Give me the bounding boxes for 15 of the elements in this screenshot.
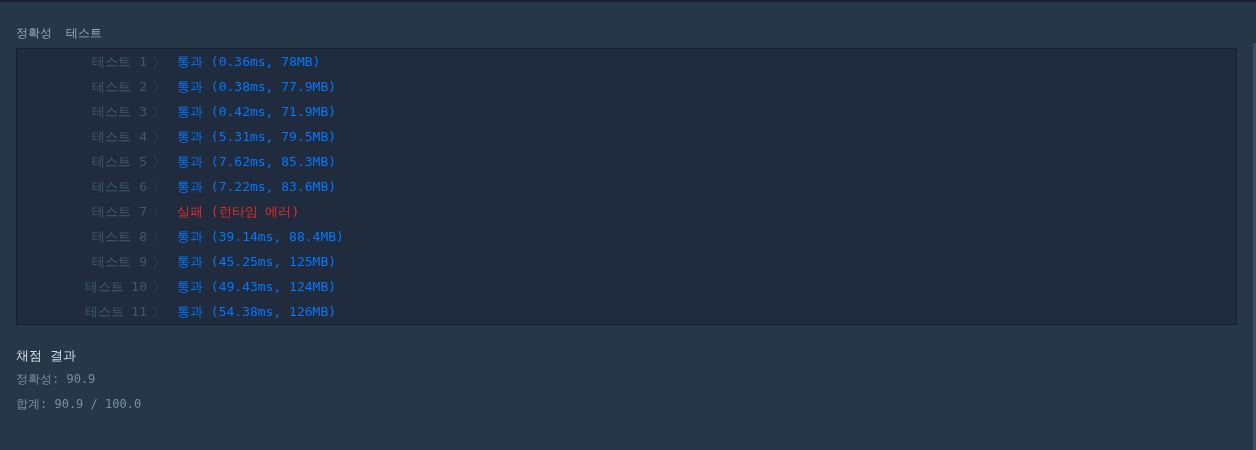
test-result: 통과 (39.14ms, 88.4MB) bbox=[177, 227, 344, 246]
test-result: 통과 (54.38ms, 126MB) bbox=[177, 302, 337, 321]
test-result: 통과 (45.25ms, 125MB) bbox=[177, 252, 337, 271]
section-title: 정확성 테스트 bbox=[16, 25, 103, 42]
test-result: 통과 (49.43ms, 124MB) bbox=[177, 277, 337, 296]
test-result: 통과 (0.42ms, 71.9MB) bbox=[177, 102, 337, 121]
test-result: 통과 (7.62ms, 85.3MB) bbox=[177, 152, 337, 171]
test-result: 통과 (0.36ms, 78MB) bbox=[177, 52, 321, 71]
test-result: 통과 (5.31ms, 79.5MB) bbox=[177, 127, 337, 146]
score-text: 합계: 90.9 / 100.0 bbox=[16, 396, 142, 413]
test-result: 실패 (런타임 에러) bbox=[177, 202, 300, 221]
score-text: 정확성: 90.9 bbox=[16, 371, 96, 388]
test-result: 통과 (7.22ms, 83.6MB) bbox=[177, 177, 337, 196]
test-result: 통과 (0.38ms, 77.9MB) bbox=[177, 77, 337, 96]
summary-title: 채점 결과 bbox=[16, 347, 76, 365]
